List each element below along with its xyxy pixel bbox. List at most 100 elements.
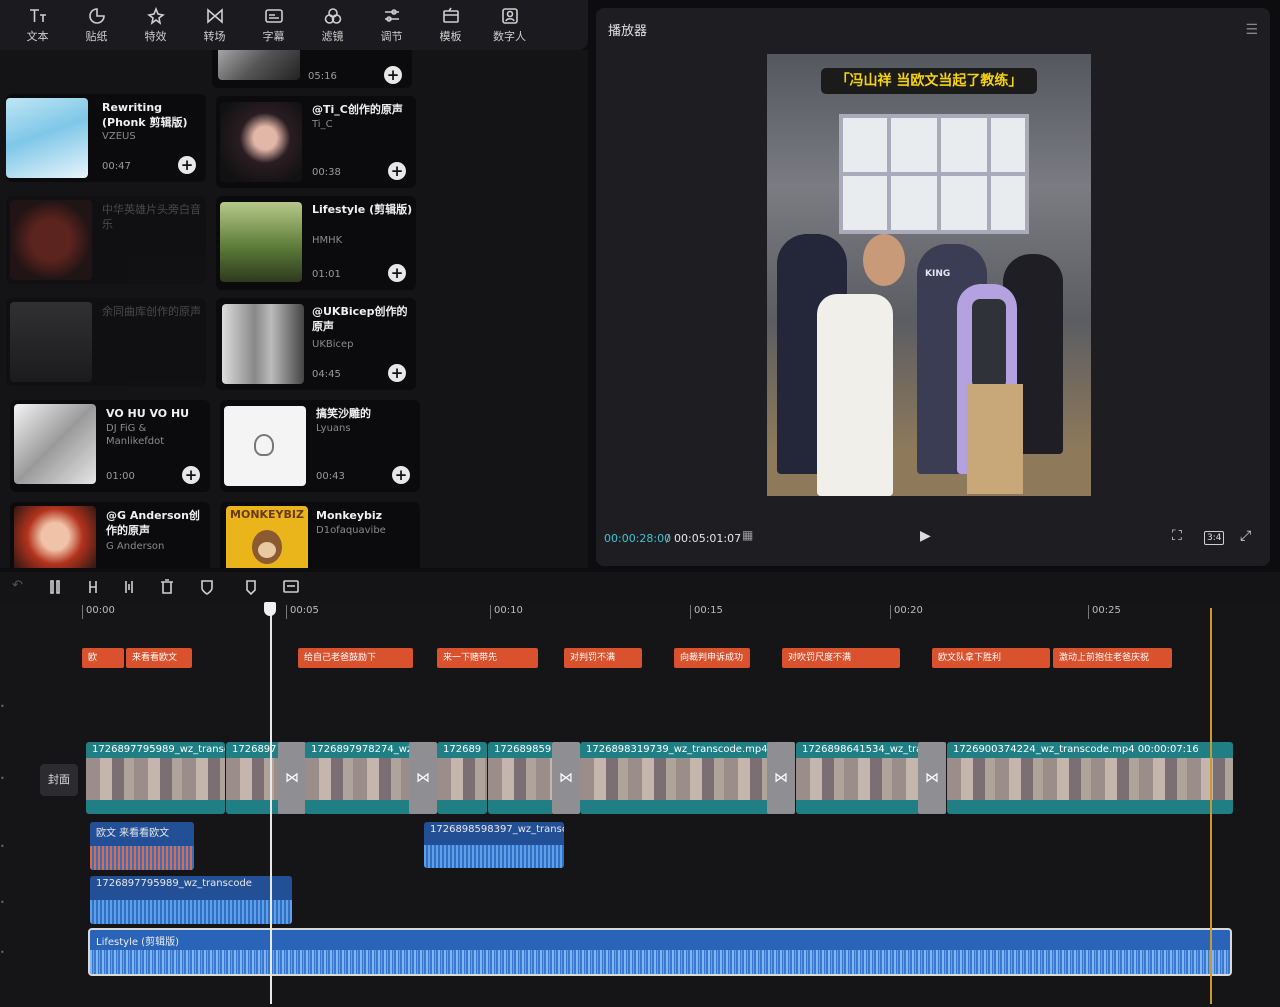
- split-right-icon[interactable]: [120, 578, 140, 596]
- track-marker: •: [0, 702, 5, 711]
- track-duration: 00:38: [312, 167, 341, 178]
- audio-clip[interactable]: 1726897795989_wz_transcode: [90, 876, 292, 924]
- add-icon[interactable]: +: [388, 162, 406, 180]
- video-clip[interactable]: 1726900374224_wz_transcode.mp4 00:00:07:…: [947, 742, 1233, 814]
- toolbar-item-template[interactable]: 模板: [421, 0, 480, 50]
- list-item[interactable]: @G Anderson创作的原声 G Anderson: [10, 502, 210, 568]
- ruler-tick: 00:05: [286, 605, 319, 619]
- track-thumbnail: [224, 406, 306, 486]
- video-clip[interactable]: 172689859: [488, 742, 554, 814]
- video-clip[interactable]: 172689: [437, 742, 487, 814]
- subtitle-clip[interactable]: 对吹罚尺度不满: [782, 648, 900, 668]
- audio-clip[interactable]: 欧文 来看看欧文: [90, 822, 194, 870]
- list-item[interactable]: @Ti_C创作的原声 Ti_C 00:38 +: [216, 96, 416, 188]
- clip-label: 1726897978274_wz: [311, 744, 413, 755]
- aspect-ratio-button[interactable]: 3:4: [1204, 531, 1225, 545]
- subtitle-clip[interactable]: 来一下赌带先: [437, 648, 538, 668]
- track-thumbnail: [218, 50, 300, 80]
- video-clip[interactable]: 1726897: [226, 742, 282, 814]
- track-thumbnail: [10, 302, 92, 382]
- list-item[interactable]: MONKEYBIZ Monkeybiz D1ofaquavibe: [220, 502, 420, 568]
- add-icon[interactable]: +: [388, 364, 406, 382]
- track-artist: DJ FiG & Manlikefdot: [106, 423, 165, 447]
- jersey-text: KING: [925, 269, 951, 279]
- toolbar-item-transition[interactable]: 转场: [185, 0, 244, 50]
- list-item[interactable]: 搞笑沙雕的 Lyuans 00:43 +: [220, 400, 420, 492]
- toolbar-item-subtitle[interactable]: 字幕: [244, 0, 303, 50]
- subtitle-clip[interactable]: 对判罚不满: [564, 648, 642, 668]
- clip-label: 1726900374224_wz_transcode.mp4 00:00:07:…: [953, 744, 1199, 755]
- video-clip[interactable]: 1726898641534_wz_tran: [796, 742, 920, 814]
- subtitle-clip[interactable]: 给自己老爸鼓励下: [298, 648, 413, 668]
- add-icon[interactable]: +: [182, 466, 200, 484]
- expand-icon[interactable]: ⤢: [1240, 528, 1251, 544]
- marker-icon[interactable]: [242, 578, 262, 596]
- transition-icon[interactable]: ⋈: [918, 742, 946, 814]
- list-item[interactable]: Lifestyle (剪辑版) HMHK 01:01 +: [216, 196, 416, 290]
- add-icon[interactable]: +: [178, 156, 196, 174]
- clip-label: 1726898319739_wz_transcode.mp4: [586, 744, 768, 755]
- subtitle-icon: [264, 8, 283, 23]
- list-item[interactable]: 05:16 +: [212, 50, 412, 88]
- track-duration: 00:43: [316, 471, 345, 482]
- split-icon[interactable]: [46, 578, 66, 596]
- add-icon[interactable]: +: [388, 264, 406, 282]
- toolbar-item-label: 模板: [439, 29, 462, 43]
- list-item[interactable]: 余同曲库创作的原声: [6, 298, 206, 386]
- transition-icon[interactable]: ⋈: [278, 742, 306, 814]
- add-icon[interactable]: +: [384, 66, 402, 84]
- toolbar-item-adjust[interactable]: 调节: [362, 0, 421, 50]
- list-item[interactable]: Rewriting (Phonk 剪辑版) VZEUS 00:47 +: [6, 94, 206, 182]
- playhead[interactable]: [270, 604, 272, 1004]
- toolbar-item-label: 文本: [26, 29, 49, 43]
- video-clip[interactable]: 1726897978274_wz: [305, 742, 417, 814]
- transition-icon[interactable]: ⋈: [409, 742, 437, 814]
- playhead-handle[interactable]: [264, 602, 276, 616]
- ruler-tick: 00:10: [490, 605, 523, 619]
- subtitle-clip[interactable]: 欧: [82, 648, 124, 668]
- grid-icon[interactable]: ▦: [742, 528, 753, 542]
- toolbar-item-sticker[interactable]: 贴纸: [67, 0, 126, 50]
- subtitle-clip[interactable]: 激动上前抱住老爸庆祝: [1053, 648, 1172, 668]
- video-clip[interactable]: 1726897795989_wz_transc: [86, 742, 225, 814]
- track-artist: HMHK: [312, 235, 343, 246]
- track-artist: Ti_C: [312, 119, 333, 130]
- fullscreen-fit-icon[interactable]: ⛶: [1172, 528, 1182, 544]
- list-item[interactable]: @UKBicep创作的原声 UKBicep 04:45 +: [216, 298, 416, 390]
- frame-icon[interactable]: [282, 578, 302, 596]
- subtitle-clip[interactable]: 来看看欧文: [126, 648, 192, 668]
- delete-icon[interactable]: [158, 578, 178, 596]
- toolbar-item-label: 特效: [144, 29, 167, 43]
- toolbar-item-filter[interactable]: 滤镜: [303, 0, 362, 50]
- menu-icon[interactable]: ☰: [1245, 22, 1258, 38]
- play-button[interactable]: ▶: [920, 528, 931, 544]
- transition-icon[interactable]: ⋈: [552, 742, 580, 814]
- timeline-ruler[interactable]: 00:00 00:05 00:10 00:15 00:20 00:25: [80, 602, 1240, 624]
- track-title: 中华英雄片头旁白音乐: [102, 203, 201, 231]
- transition-icon[interactable]: ⋈: [767, 742, 795, 814]
- transition-icon: [206, 7, 223, 24]
- undo-icon[interactable]: ↶: [12, 578, 32, 596]
- audio-clip[interactable]: 1726898598397_wz_transco: [424, 822, 564, 868]
- add-icon[interactable]: +: [392, 466, 410, 484]
- end-marker[interactable]: [1210, 608, 1212, 1004]
- adjust-icon: [384, 8, 399, 22]
- cover-button[interactable]: 封面: [40, 764, 78, 796]
- shield-icon[interactable]: [198, 578, 218, 596]
- track-title: @UKBicep创作的原声: [312, 305, 408, 333]
- list-item[interactable]: 中华英雄片头旁白音乐: [6, 196, 206, 284]
- music-clip[interactable]: Lifestyle (剪辑版): [88, 928, 1232, 976]
- subtitle-clip[interactable]: 向裁判申诉成功: [674, 648, 750, 668]
- track-title: 搞笑沙雕的: [316, 407, 371, 420]
- video-preview[interactable]: KING 「冯山祥 当欧文当起了教练」: [767, 54, 1091, 496]
- toolbar-item-text[interactable]: 文本: [8, 0, 67, 50]
- split-left-icon[interactable]: [84, 578, 104, 596]
- clip-label: 1726898598397_wz_transco: [430, 824, 564, 835]
- video-clip[interactable]: 1726898319739_wz_transcode.mp4: [580, 742, 770, 814]
- toolbar-item-digital-human[interactable]: 数字人: [480, 0, 539, 50]
- track-thumbnail: [220, 102, 302, 182]
- list-item[interactable]: VO HU VO HU DJ FiG & Manlikefdot 01:00 +: [10, 400, 210, 492]
- ruler-tick: 00:20: [890, 605, 923, 619]
- toolbar-item-effects[interactable]: 特效: [126, 0, 185, 50]
- subtitle-clip[interactable]: 欧文队拿下胜利: [932, 648, 1050, 668]
